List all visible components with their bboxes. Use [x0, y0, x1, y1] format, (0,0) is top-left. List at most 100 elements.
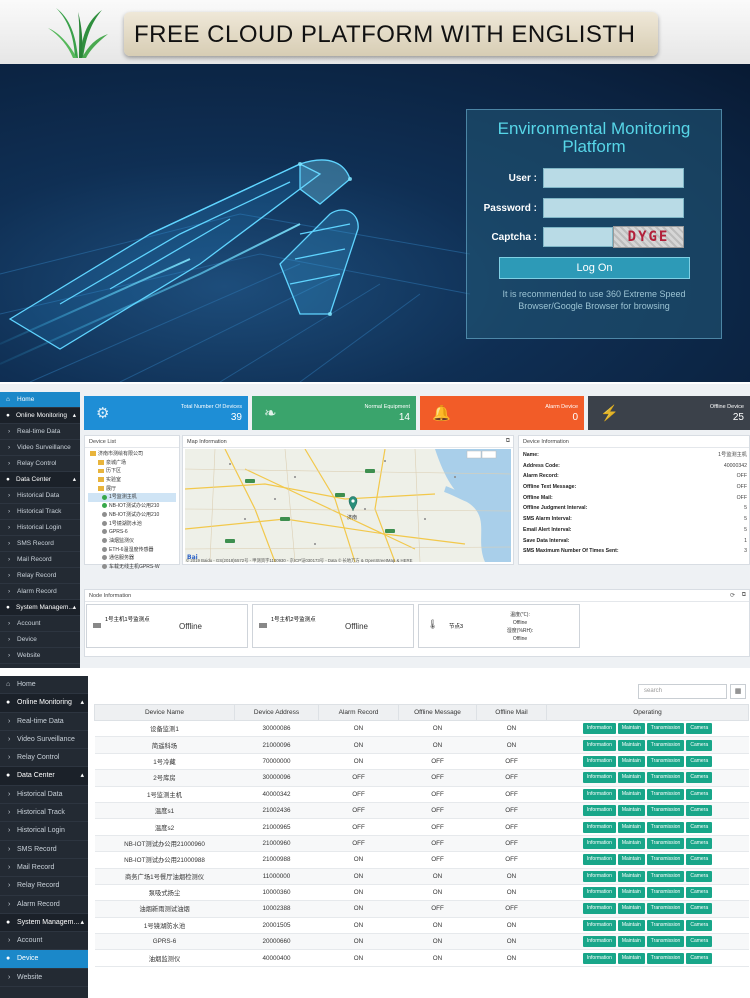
transmission-button[interactable]: Transmission [646, 887, 685, 899]
node-refresh-icon[interactable]: ⟳ [730, 592, 735, 599]
tree-item[interactable]: 实验室 [88, 476, 176, 485]
transmission-button[interactable]: Transmission [646, 755, 685, 767]
maintain-button[interactable]: Maintain [617, 952, 645, 964]
column-header[interactable]: Operating [546, 704, 749, 721]
transmission-button[interactable]: Transmission [646, 952, 685, 964]
sidebar-item-historical-data[interactable]: › Historical Data [0, 488, 80, 504]
information-button[interactable]: Information [582, 903, 616, 915]
tree-item[interactable]: ETH-6温湿度传感器 [88, 546, 176, 555]
node-card-2[interactable]: 1号主机2号监测点 Offline [252, 604, 414, 648]
captcha-image[interactable]: DYGE [613, 226, 684, 248]
node-card-1[interactable]: 1号主机1号监测点 Offline [86, 604, 248, 648]
sidebar-item-mail-record[interactable]: › Mail Record [0, 552, 80, 568]
information-button[interactable]: Information [582, 723, 616, 735]
sidebar-item-sms-record[interactable]: › SMS Record [0, 536, 80, 552]
tree-item[interactable]: GPRS-6 [88, 528, 176, 537]
maintain-button[interactable]: Maintain [617, 887, 645, 899]
maintain-button[interactable]: Maintain [617, 723, 645, 735]
maintain-button[interactable]: Maintain [617, 854, 645, 866]
transmission-button[interactable]: Transmission [646, 821, 685, 833]
camera-button[interactable]: Camera [686, 805, 713, 817]
node-expand-icon[interactable]: ⧉ [742, 592, 746, 599]
sidebar-item-system-managem[interactable]: ● System Managem... ▴ [0, 600, 80, 616]
camera-button[interactable]: Camera [686, 821, 713, 833]
sidebar-item-alarm-record[interactable]: › Alarm Record [0, 896, 88, 914]
sidebar-item-data-center[interactable]: ● Data Center ▴ [0, 472, 80, 488]
information-button[interactable]: Information [582, 854, 616, 866]
tree-item[interactable]: 济南市测绘有限公司 [88, 450, 176, 459]
stat-card[interactable]: ❧ Normal Equipment 14 [252, 396, 416, 430]
camera-button[interactable]: Camera [686, 903, 713, 915]
tree-item[interactable]: NB-IOT测试办公用210 [88, 511, 176, 520]
sidebar-item-sms-record[interactable]: › SMS Record [0, 841, 88, 859]
column-header[interactable]: Alarm Record [318, 704, 399, 721]
tree-item[interactable]: 通信服务器 [88, 554, 176, 563]
sidebar-item-device[interactable]: ● Device [0, 950, 88, 969]
maintain-button[interactable]: Maintain [617, 837, 645, 849]
transmission-button[interactable]: Transmission [646, 772, 685, 784]
camera-button[interactable]: Camera [686, 919, 713, 931]
tree-item[interactable]: NB-IOT测试办公用210 [88, 502, 176, 511]
captcha-input[interactable] [543, 227, 613, 247]
information-button[interactable]: Information [582, 870, 616, 882]
maintain-button[interactable]: Maintain [617, 821, 645, 833]
sidebar-item-mail-record[interactable]: › Mail Record [0, 859, 88, 878]
transmission-button[interactable]: Transmission [646, 788, 685, 800]
tree-item[interactable]: 车载无线主机GPRS-W [88, 563, 176, 572]
sidebar-item-data-center[interactable]: ● Data Center ▴ [0, 767, 88, 786]
column-header[interactable]: Offline Message [398, 704, 477, 721]
password-input[interactable] [543, 198, 684, 218]
sidebar-item-home[interactable]: ⌂ Home [0, 676, 88, 695]
transmission-button[interactable]: Transmission [646, 723, 685, 735]
maintain-button[interactable]: Maintain [617, 739, 645, 751]
user-input[interactable] [543, 168, 684, 188]
tree-item[interactable]: 历下区 [88, 467, 176, 476]
information-button[interactable]: Information [582, 952, 616, 964]
sidebar-item-video-surveillance[interactable]: › Video Surveillance [0, 731, 88, 750]
tree-item[interactable]: 泉城广场 [88, 459, 176, 468]
sidebar-item-home[interactable]: ⌂ Home [0, 392, 80, 408]
camera-button[interactable]: Camera [686, 755, 713, 767]
tree-item[interactable]: 展厅 [88, 485, 176, 494]
transmission-button[interactable]: Transmission [646, 936, 685, 948]
search-input[interactable]: search [638, 684, 727, 699]
sidebar-item-historical-data[interactable]: › Historical Data [0, 786, 88, 805]
camera-button[interactable]: Camera [686, 739, 713, 751]
maintain-button[interactable]: Maintain [617, 755, 645, 767]
sidebar-item-real-time-data[interactable]: › Real-time Data [0, 713, 88, 731]
maintain-button[interactable]: Maintain [617, 919, 645, 931]
information-button[interactable]: Information [582, 755, 616, 767]
stat-card[interactable]: ⚡ Offline Device 25 [588, 396, 750, 430]
camera-button[interactable]: Camera [686, 870, 713, 882]
tree-item[interactable]: 油烟监测仪 [88, 537, 176, 546]
information-button[interactable]: Information [582, 837, 616, 849]
sidebar-item-historical-login[interactable]: › Historical Login [0, 822, 88, 841]
camera-button[interactable]: Camera [686, 723, 713, 735]
transmission-button[interactable]: Transmission [646, 805, 685, 817]
node-card-3[interactable]: 🌡 节点3 温度(℃): Offline 湿度(%RH): Offline [418, 604, 580, 648]
column-header[interactable]: Offline Mail [476, 704, 547, 721]
sidebar-item-historical-login[interactable]: › Historical Login [0, 520, 80, 536]
camera-button[interactable]: Camera [686, 772, 713, 784]
camera-button[interactable]: Camera [686, 788, 713, 800]
transmission-button[interactable]: Transmission [646, 837, 685, 849]
information-button[interactable]: Information [582, 936, 616, 948]
sidebar-item-historical-track[interactable]: › Historical Track [0, 504, 80, 520]
transmission-button[interactable]: Transmission [646, 919, 685, 931]
tree-item[interactable]: 1号镜湖防水池 [88, 520, 176, 529]
camera-button[interactable]: Camera [686, 887, 713, 899]
sidebar-item-historical-track[interactable]: › Historical Track [0, 804, 88, 823]
sidebar-item-device[interactable]: › Device [0, 632, 80, 648]
transmission-button[interactable]: Transmission [646, 739, 685, 751]
transmission-button[interactable]: Transmission [646, 854, 685, 866]
sidebar-item-system-managem[interactable]: ● System Managem... ▴ [0, 913, 88, 933]
information-button[interactable]: Information [582, 887, 616, 899]
map-canvas[interactable]: 济南 Bai [185, 449, 511, 562]
maintain-button[interactable]: Maintain [617, 805, 645, 817]
sidebar-item-online-monitoring[interactable]: ● Online Monitoring ▴ [0, 694, 88, 713]
maintain-button[interactable]: Maintain [617, 936, 645, 948]
sidebar-item-online-monitoring[interactable]: ● Online Monitoring ▴ [0, 408, 80, 424]
maintain-button[interactable]: Maintain [617, 870, 645, 882]
column-header[interactable]: Device Name [94, 704, 235, 721]
information-button[interactable]: Information [582, 821, 616, 833]
